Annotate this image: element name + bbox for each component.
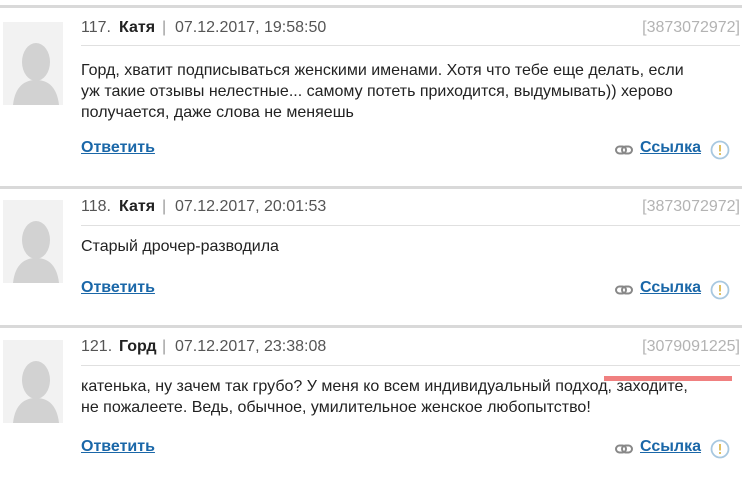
chain-link-icon[interactable]: [615, 285, 633, 295]
exclamation-circle-icon[interactable]: [710, 280, 730, 300]
comment-number: 117.: [81, 19, 111, 36]
comment-text-line: катенька, ну зачем так грубо? У меня ко …: [81, 378, 688, 395]
exclamation-circle-icon[interactable]: [710, 439, 730, 459]
comment-text-line: не пожалеете. Ведь, обычное, умилительно…: [81, 399, 591, 416]
user-silhouette-icon: [3, 200, 63, 283]
avatar: [3, 340, 63, 423]
permalink-link[interactable]: Ссылка: [640, 139, 701, 157]
header-separator: |: [162, 338, 167, 355]
avatar: [3, 200, 63, 283]
reply-button[interactable]: Ответить: [81, 139, 155, 157]
header-divider: [81, 45, 740, 46]
comment-id: [3873072972]: [642, 198, 740, 215]
reply-button[interactable]: Ответить: [81, 279, 155, 297]
permalink-link[interactable]: Ссылка: [640, 279, 701, 297]
comment-divider: [0, 186, 742, 189]
comment-id: [3079091225]: [642, 338, 740, 355]
exclamation-circle-icon[interactable]: [710, 140, 730, 160]
comment-text-line: получается, даже слова не меняешь: [81, 104, 354, 121]
comment-divider: [0, 5, 742, 8]
avatar: [3, 22, 63, 105]
comment-text-line: уж такие отзывы нелестные... самому поте…: [81, 83, 673, 100]
header-divider: [81, 365, 740, 366]
comment-date: 07.12.2017, 19:58:50: [175, 19, 327, 36]
comment-date: 07.12.2017, 20:01:53: [175, 198, 327, 215]
comment-header: 121. Горд | 07.12.2017, 23:38:08 [307909…: [81, 338, 742, 364]
comment-author[interactable]: Катя: [119, 19, 155, 37]
user-silhouette-icon: [3, 340, 63, 423]
comment-id: [3873072972]: [642, 19, 740, 36]
comment-author[interactable]: Катя: [119, 198, 155, 216]
comment-text-line: Горд, хватит подписываться женскими имен…: [81, 62, 684, 79]
comment-header: 118. Катя | 07.12.2017, 20:01:53 [387307…: [81, 198, 742, 224]
comment-text: катенька, ну зачем так грубо? У меня ко …: [81, 376, 736, 418]
chain-link-icon[interactable]: [615, 444, 633, 454]
permalink-link[interactable]: Ссылка: [640, 438, 701, 456]
header-divider: [81, 225, 740, 226]
comment-header: 117. Катя | 07.12.2017, 19:58:50 [387307…: [81, 19, 742, 45]
user-silhouette-icon: [3, 22, 63, 105]
comment-text: Старый дрочер-разводила: [81, 236, 736, 257]
comment-divider: [0, 325, 742, 328]
comment-number: 118.: [81, 198, 111, 215]
chain-link-icon[interactable]: [615, 145, 633, 155]
comment-author[interactable]: Горд: [119, 338, 157, 356]
reply-button[interactable]: Ответить: [81, 438, 155, 456]
header-separator: |: [162, 198, 167, 215]
comment-text: Горд, хватит подписываться женскими имен…: [81, 60, 736, 123]
header-separator: |: [162, 19, 167, 36]
comment-text-line: Старый дрочер-разводила: [81, 238, 279, 255]
comment-date: 07.12.2017, 23:38:08: [175, 338, 327, 355]
comment-number: 121.: [81, 338, 113, 355]
